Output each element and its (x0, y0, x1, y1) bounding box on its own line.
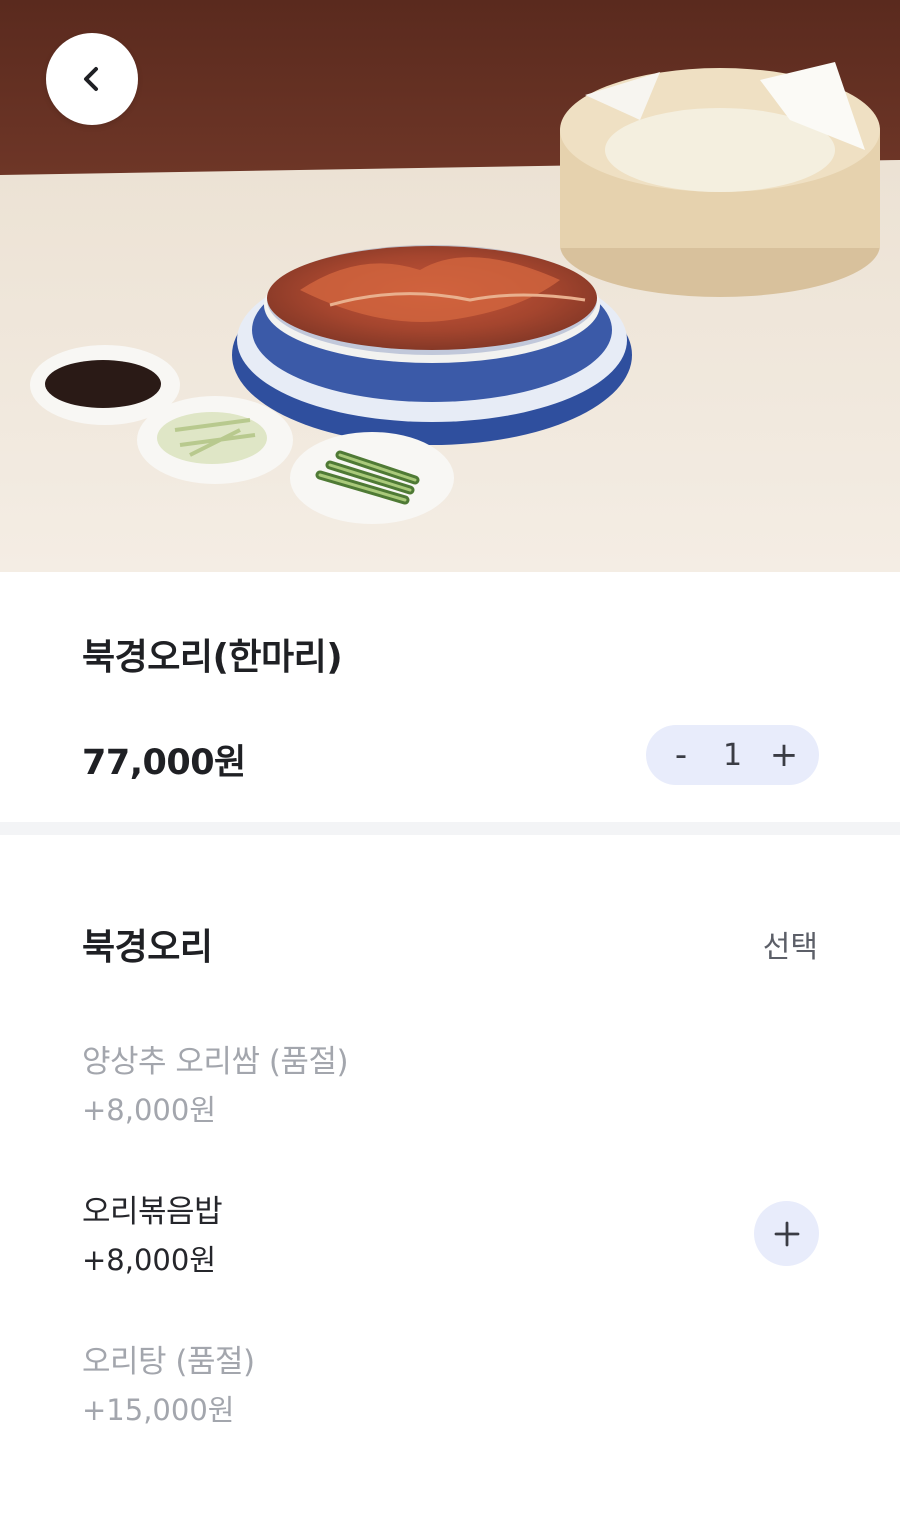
option-item-fried-rice[interactable]: 오리볶음밥 +8,000원 (82, 1192, 818, 1280)
quantity-value: 1 (722, 737, 743, 773)
increment-button[interactable]: + (767, 725, 801, 785)
add-option-button[interactable] (754, 1201, 819, 1266)
option-price: +15,000원 (82, 1393, 235, 1427)
option-name: 오리탕 (품절) (82, 1344, 255, 1380)
option-group-badge: 선택 (762, 930, 818, 965)
decrement-button[interactable]: - (664, 725, 698, 785)
back-button[interactable] (46, 33, 138, 125)
product-price: 77,000원 (82, 743, 246, 783)
option-price: +8,000원 (82, 1093, 216, 1127)
section-divider (0, 822, 900, 835)
product-name: 북경오리(한마리) (82, 637, 343, 678)
option-item-duck-soup: 오리탕 (품절) +15,000원 (82, 1342, 818, 1430)
option-name: 양상추 오리쌈 (품절) (82, 1044, 349, 1080)
option-item-lettuce-wrap: 양상추 오리쌈 (품절) +8,000원 (82, 1042, 818, 1130)
option-group-title: 북경오리 (82, 927, 213, 968)
plus-icon (774, 1221, 799, 1246)
option-price: +8,000원 (82, 1243, 216, 1277)
chevron-left-icon (84, 67, 98, 91)
option-name: 오리볶음밥 (82, 1194, 223, 1230)
quantity-stepper: - 1 + (646, 725, 819, 785)
